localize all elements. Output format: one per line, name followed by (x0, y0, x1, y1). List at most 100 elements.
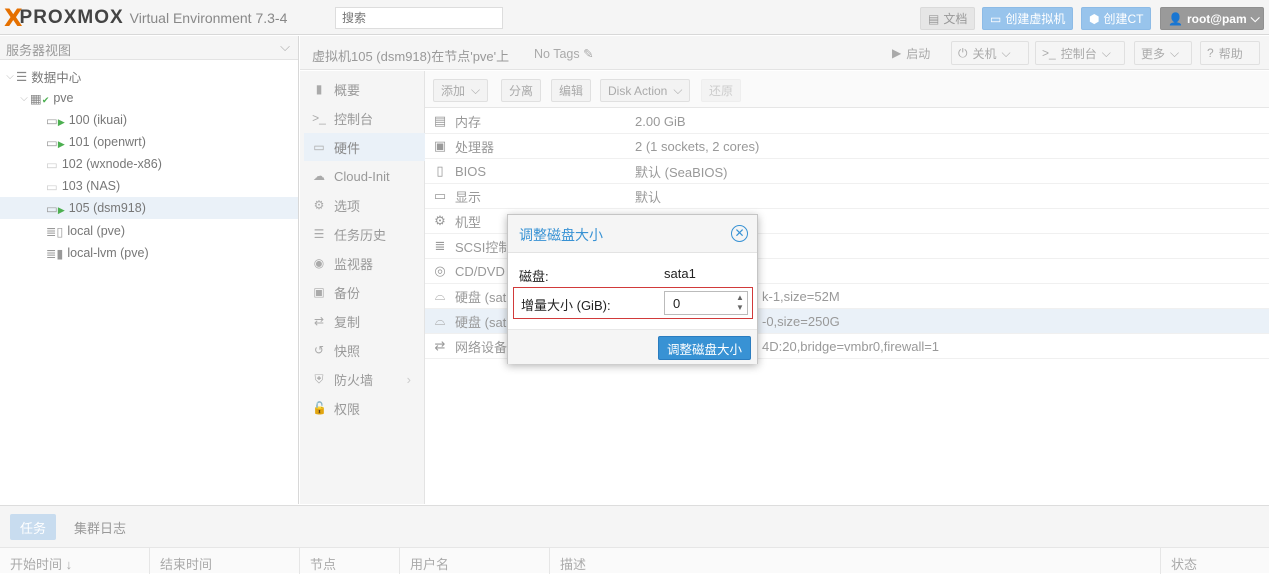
shutdown-label: 关机 (972, 46, 997, 61)
dialog-title: 调整磁盘大小 (519, 227, 603, 243)
floppy-icon: ▣ (313, 285, 325, 299)
cube-icon: ⬢ (1089, 11, 1100, 26)
row-name: 机型 (455, 214, 482, 230)
cloud-icon: ☁ (313, 169, 325, 183)
eye-icon: ◉ (313, 256, 325, 270)
create-vm-label: 创建虚拟机 (1005, 12, 1066, 26)
tab-cluster-log[interactable]: 集群日志 (64, 514, 136, 540)
disk-action-label: Disk Action (608, 83, 668, 98)
chevron-down-icon[interactable]: ⌵ (1102, 46, 1111, 61)
tree-item-storage-local[interactable]: ≣▯ local (pve) (0, 220, 298, 242)
hardware-row-display[interactable]: ▭ 显示 默认 (425, 184, 1269, 209)
expand-icon[interactable]: ⌵ (4, 71, 16, 82)
chip-icon: ▯ (436, 163, 444, 178)
column-username[interactable]: 用户名 (400, 548, 550, 574)
nav-permissions[interactable]: 🔓 权限 (304, 394, 425, 422)
row-value: 默认 (SeaBIOS) (635, 164, 728, 180)
row-value: 默认 (635, 189, 662, 205)
help-button[interactable]: ? 帮助 (1200, 41, 1260, 65)
nav-hardware[interactable]: ▭ 硬件 (304, 133, 425, 161)
history-icon: ↺ (313, 343, 325, 357)
column-start-time[interactable]: 开始时间 ↓ (0, 548, 150, 574)
nav-firewall[interactable]: ⛨ 防火墙 › (304, 365, 425, 393)
column-end-time[interactable]: 结束时间 (150, 548, 300, 574)
tree-item-label: 103 (NAS) (61, 179, 121, 193)
tree-item-label: 100 (ikuai) (68, 113, 128, 127)
task-tabs: 任务 集群日志 (0, 514, 136, 540)
column-node[interactable]: 节点 (300, 548, 400, 574)
nav-console[interactable]: >_ 控制台 (304, 104, 425, 132)
nav-monitor[interactable]: ◉ 监视器 (304, 249, 425, 277)
resize-disk-button[interactable]: 调整磁盘大小 (657, 336, 751, 360)
tree-item-vm-105[interactable]: ▭▶ 105 (dsm918) (0, 197, 298, 219)
task-panel: 任务 集群日志 开始时间 ↓ 结束时间 节点 用户名 描述 状态 (0, 505, 1269, 574)
terminal-icon: >_ (1042, 46, 1056, 60)
tree-item-vm-102[interactable]: ▭ 102 (wxnode-x86) (0, 153, 298, 175)
column-status[interactable]: 状态 (1161, 548, 1269, 574)
nav-summary[interactable]: ▮ 概要 (304, 75, 425, 103)
nav-backup[interactable]: ▣ 备份 (304, 278, 425, 306)
revert-button[interactable]: 还原 (701, 79, 742, 102)
tags-editor[interactable]: No Tags ✎ (534, 46, 594, 61)
tree-item-label: pve (53, 91, 74, 105)
terminal-icon: >_ (312, 111, 326, 125)
row-name: 处理器 (455, 139, 495, 155)
book-icon: ▤ (928, 11, 940, 26)
tree-item-label: 102 (wxnode-x86) (61, 157, 162, 171)
row-value: -0,size=250G (762, 313, 840, 329)
disk-label: 磁盘: (519, 269, 549, 284)
more-button[interactable]: 更多 ⌵ (1134, 41, 1192, 65)
docs-button[interactable]: ▤ 文档 (920, 7, 976, 30)
tree-item-datacenter[interactable]: ⌵ ☰ 数据中心 (0, 65, 298, 87)
nav-snapshots[interactable]: ↺ 快照 (304, 336, 425, 364)
gear-icon: ⚙ (313, 198, 325, 212)
chevron-down-icon: ⌵ (1250, 11, 1260, 25)
create-ct-button[interactable]: ⬢ 创建CT (1081, 7, 1152, 30)
nav-label: 概要 (334, 82, 361, 98)
add-button[interactable]: 添加 ⌵ (433, 79, 489, 102)
view-selector[interactable]: 服务器视图 ⌵ (0, 36, 298, 60)
nav-cloud-init[interactable]: ☁ Cloud-Init (304, 162, 425, 190)
spinner-arrows-icon[interactable]: ▲ ▼ (734, 293, 746, 313)
column-description[interactable]: 描述 (550, 548, 1161, 574)
detach-button[interactable]: 分离 (501, 79, 542, 102)
row-name: 显示 (455, 189, 482, 205)
user-label: root@pam (1186, 11, 1247, 26)
tree-item-pve[interactable]: ⌵ ▦✔ pve (0, 87, 298, 109)
search-input[interactable] (335, 7, 503, 29)
tree-item-vm-103[interactable]: ▭ 103 (NAS) (0, 175, 298, 197)
tree-item-storage-local-lvm[interactable]: ≣▮ local-lvm (pve) (0, 242, 298, 264)
hardware-row-memory[interactable]: ▤ 内存 2.00 GiB (425, 109, 1269, 134)
shutdown-button[interactable]: ⏻ 关机 ⌵ (951, 41, 1029, 65)
more-label: 更多 (1141, 46, 1166, 61)
resize-disk-dialog: 调整磁盘大小 ✕ 磁盘: sata1 增量大小 (GiB): ▲▼ 调整磁盘大小 (507, 214, 758, 364)
nav-replication[interactable]: ⇄ 复制 (304, 307, 425, 335)
user-menu-button[interactable]: 👤 root@pam ⌵ (1160, 7, 1264, 30)
console-button[interactable]: >_ 控制台 ⌵ (1035, 41, 1125, 65)
nav-options[interactable]: ⚙ 选项 (304, 191, 425, 219)
close-icon[interactable]: ✕ (731, 225, 748, 242)
edit-button[interactable]: 编辑 (551, 79, 592, 102)
nav-label: 控制台 (334, 111, 374, 127)
tree-item-vm-100[interactable]: ▭▶ 100 (ikuai) (0, 109, 298, 131)
disk-action-button[interactable]: Disk Action ⌵ (600, 79, 691, 102)
tab-tasks[interactable]: 任务 (10, 514, 57, 540)
server-rack-icon: ☰ (16, 69, 28, 84)
start-button[interactable]: ▶ 启动 (885, 41, 947, 65)
create-ct-label: 创建CT (1103, 12, 1144, 26)
vm-header: 虚拟机105 (dsm918)在节点'pve'上 No Tags ✎ ▶ 启动 … (300, 36, 1269, 70)
row-name: SCSI控制 (455, 239, 512, 255)
expand-icon[interactable]: ⌵ (18, 93, 30, 104)
chevron-down-icon[interactable]: ⌵ (1002, 46, 1011, 61)
create-vm-button[interactable]: ▭ 创建虚拟机 (982, 7, 1074, 30)
disc-icon: ◎ (434, 263, 446, 278)
hardware-row-processor[interactable]: ▣ 处理器 2 (1 sockets, 2 cores) (425, 134, 1269, 159)
pencil-icon[interactable]: ✎ (583, 47, 593, 61)
tree-item-vm-101[interactable]: ▭▶ 101 (openwrt) (0, 131, 298, 153)
nav-task-history[interactable]: ☰ 任务历史 (304, 220, 425, 248)
shield-icon: ⛨ (314, 371, 324, 386)
cogs-icon: ⚙ (434, 213, 446, 228)
vm-running-icon: ▭▶ (46, 135, 65, 150)
resize-disk-label: 调整磁盘大小 (666, 342, 742, 357)
hardware-row-bios[interactable]: ▯ BIOS 默认 (SeaBIOS) (425, 159, 1269, 184)
